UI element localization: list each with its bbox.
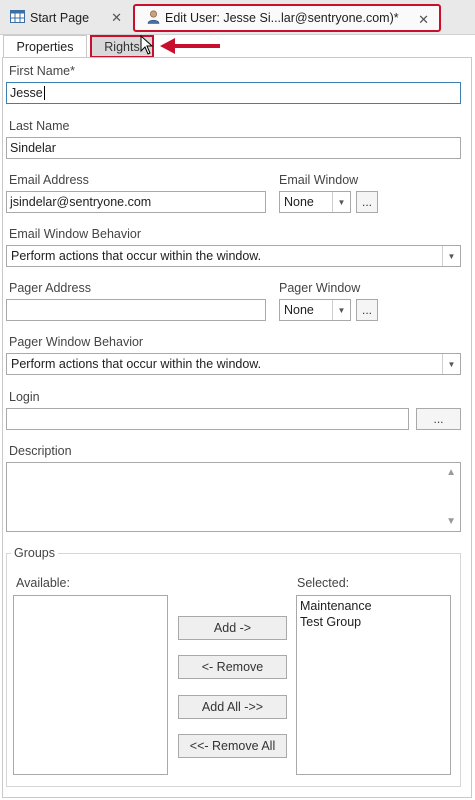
email-address-value: jsindelar@sentryone.com <box>10 195 152 209</box>
add-button[interactable]: Add -> <box>178 616 287 640</box>
tab-properties[interactable]: Properties <box>3 35 87 58</box>
email-window-value: None <box>284 195 314 209</box>
scroll-down-icon[interactable]: ▼ <box>446 516 456 527</box>
available-groups-list[interactable] <box>13 595 168 775</box>
email-address-label: Email Address <box>9 173 89 187</box>
tab-rights-label: Rights <box>104 39 140 54</box>
chevron-down-icon: ▼ <box>442 246 460 266</box>
email-address-field[interactable]: jsindelar@sentryone.com <box>6 191 266 213</box>
pager-window-behavior-label: Pager Window Behavior <box>9 335 144 349</box>
pager-address-label: Pager Address <box>9 281 91 295</box>
pager-window-browse-button[interactable]: ... <box>356 299 378 321</box>
last-name-value: Sindelar <box>10 141 56 155</box>
chevron-down-icon: ▼ <box>442 354 460 374</box>
email-window-label: Email Window <box>279 173 359 187</box>
tab-start-page[interactable]: Start Page ✕ <box>10 4 130 32</box>
user-icon <box>147 9 160 27</box>
available-label: Available: <box>16 576 70 590</box>
last-name-label: Last Name <box>9 119 70 133</box>
first-name-field[interactable]: Jesse <box>6 82 461 104</box>
grid-icon <box>10 10 25 26</box>
tab-properties-label: Properties <box>16 40 74 54</box>
tab-edit-user[interactable]: Edit User: Jesse Si...lar@sentryone.com)… <box>133 4 441 32</box>
login-browse-button[interactable]: ... <box>416 408 461 430</box>
email-window-behavior-label: Email Window Behavior <box>9 227 141 241</box>
description-textarea[interactable]: ▲ ▼ <box>6 462 461 532</box>
tab-start-page-label: Start Page <box>30 11 90 25</box>
pager-address-field[interactable] <box>6 299 266 321</box>
login-field[interactable] <box>6 408 409 430</box>
remove-all-button[interactable]: <<- Remove All <box>178 734 287 758</box>
email-window-behavior-select[interactable]: Perform actions that occur within the wi… <box>6 245 461 267</box>
pager-window-behavior-select[interactable]: Perform actions that occur within the wi… <box>6 353 461 375</box>
chevron-down-icon: ▼ <box>332 192 350 212</box>
pager-window-label: Pager Window <box>279 281 361 295</box>
groups-title: Groups <box>11 546 58 560</box>
list-item[interactable]: Test Group <box>300 614 447 630</box>
annotation-arrow-icon <box>160 37 222 58</box>
selected-groups-list[interactable]: Maintenance Test Group <box>296 595 451 775</box>
chevron-down-icon: ▼ <box>332 300 350 320</box>
email-window-select[interactable]: None ▼ <box>279 191 351 213</box>
pager-window-behavior-value: Perform actions that occur within the wi… <box>11 357 262 371</box>
description-label: Description <box>9 444 72 458</box>
add-all-button[interactable]: Add All ->> <box>178 695 287 719</box>
mouse-cursor-icon <box>140 34 154 58</box>
login-label: Login <box>9 390 40 404</box>
first-name-label: First Name* <box>9 64 75 78</box>
close-icon[interactable]: ✕ <box>418 12 429 28</box>
close-icon[interactable]: ✕ <box>111 10 122 26</box>
email-window-browse-button[interactable]: ... <box>356 191 378 213</box>
pager-window-value: None <box>284 303 314 317</box>
selected-label: Selected: <box>297 576 350 590</box>
first-name-value: Jesse <box>10 86 43 100</box>
last-name-field[interactable]: Sindelar <box>6 137 461 159</box>
remove-button[interactable]: <- Remove <box>178 655 287 679</box>
pager-window-select[interactable]: None ▼ <box>279 299 351 321</box>
email-window-behavior-value: Perform actions that occur within the wi… <box>11 249 262 263</box>
tab-edit-user-label: Edit User: Jesse Si...lar@sentryone.com)… <box>165 11 399 25</box>
scroll-up-icon[interactable]: ▲ <box>446 467 456 478</box>
list-item[interactable]: Maintenance <box>300 598 447 614</box>
